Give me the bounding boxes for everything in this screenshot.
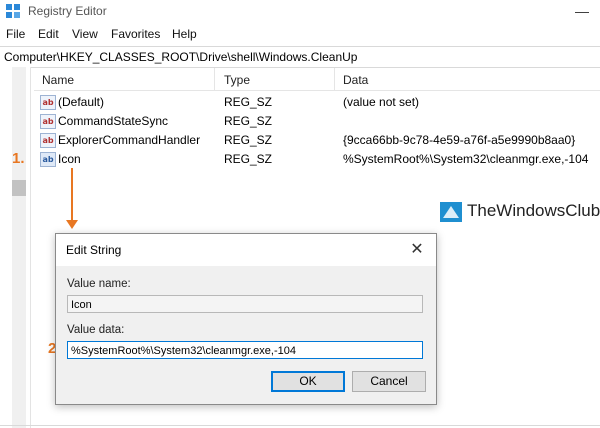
- menu-view[interactable]: View: [72, 27, 98, 41]
- window-title: Registry Editor: [28, 4, 107, 18]
- edit-string-dialog: Edit String ✕ Value name: Icon Value dat…: [55, 233, 437, 405]
- dialog-title: Edit String: [66, 243, 122, 257]
- watermark-text: TheWindowsClub: [467, 201, 600, 220]
- step-1-marker: 1.: [12, 150, 25, 167]
- value-name: (Default): [58, 95, 105, 109]
- column-divider[interactable]: [334, 68, 335, 90]
- column-divider[interactable]: [214, 68, 215, 90]
- value-name: CommandStateSync: [58, 114, 169, 128]
- registry-value-row[interactable]: ab CommandStateSync REG_SZ: [34, 112, 600, 131]
- menu-bar: File Edit View Favorites Help: [0, 24, 600, 44]
- window-bottom-border: [0, 425, 600, 426]
- title-bar: Registry Editor —: [0, 0, 600, 22]
- value-name-field[interactable]: Icon: [67, 295, 423, 313]
- registry-editor-icon: [6, 4, 20, 18]
- value-data: {9cca66bb-9c78-4e59-a76f-a5e9990b8aa0}: [343, 133, 576, 147]
- arrow-shaft: [71, 168, 73, 222]
- column-header-data[interactable]: Data: [343, 73, 368, 87]
- string-value-icon: ab: [40, 95, 56, 110]
- tree-scrollbar[interactable]: [12, 67, 26, 428]
- value-name: ExplorerCommandHandler: [58, 133, 201, 147]
- arrow-down-icon: [66, 220, 78, 229]
- value-name: Icon: [58, 152, 81, 166]
- tree-scrollbar-thumb[interactable]: [12, 180, 26, 196]
- registry-value-row-icon[interactable]: ab Icon REG_SZ %SystemRoot%\System32\cle…: [34, 150, 600, 169]
- string-value-selected-icon: ab: [40, 152, 56, 167]
- ok-button[interactable]: OK: [271, 371, 345, 392]
- registry-value-row[interactable]: ab (Default) REG_SZ (value not set): [34, 93, 600, 112]
- menu-help[interactable]: Help: [172, 27, 197, 41]
- value-data: (value not set): [343, 95, 420, 109]
- address-path: Computer\HKEY_CLASSES_ROOT\Drive\shell\W…: [4, 50, 358, 64]
- column-header-type[interactable]: Type: [224, 73, 250, 87]
- value-data-field[interactable]: %SystemRoot%\System32\cleanmgr.exe,-104: [67, 341, 423, 359]
- address-bar[interactable]: Computer\HKEY_CLASSES_ROOT\Drive\shell\W…: [0, 46, 600, 68]
- string-value-icon: ab: [40, 133, 56, 148]
- value-type: REG_SZ: [224, 152, 273, 166]
- minimize-button[interactable]: —: [568, 0, 596, 22]
- list-header: Name Type Data: [34, 68, 600, 91]
- registry-value-row[interactable]: ab ExplorerCommandHandler REG_SZ {9cca66…: [34, 131, 600, 150]
- value-data: %SystemRoot%\System32\cleanmgr.exe,-104: [343, 152, 589, 166]
- value-data-label: Value data:: [67, 324, 125, 336]
- column-header-name[interactable]: Name: [42, 73, 74, 87]
- windows-club-logo-icon: [440, 202, 462, 222]
- value-name-label: Value name:: [67, 278, 131, 290]
- menu-favorites[interactable]: Favorites: [111, 27, 160, 41]
- value-type: REG_SZ: [224, 114, 273, 128]
- menu-edit[interactable]: Edit: [38, 27, 59, 41]
- string-value-icon: ab: [40, 114, 56, 129]
- watermark-logo: TheWindowsClub: [440, 200, 600, 224]
- dialog-title-bar: Edit String ✕: [56, 234, 436, 266]
- cancel-button[interactable]: Cancel: [352, 371, 426, 392]
- dialog-close-button[interactable]: ✕: [402, 239, 432, 261]
- value-type: REG_SZ: [224, 95, 273, 109]
- menu-file[interactable]: File: [6, 27, 25, 41]
- value-type: REG_SZ: [224, 133, 273, 147]
